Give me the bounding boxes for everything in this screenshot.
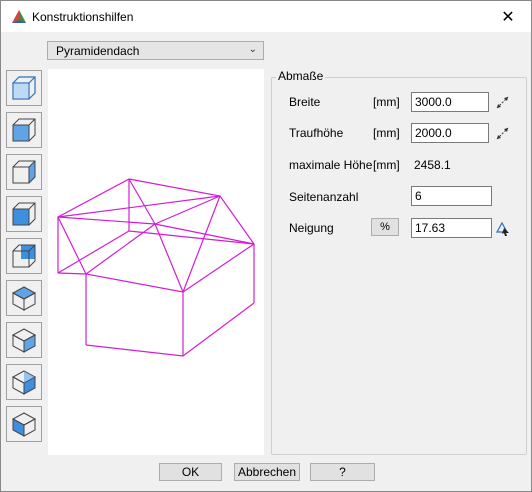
cancel-button[interactable]: Abbrechen — [234, 463, 300, 481]
box-front-face-button[interactable] — [6, 112, 42, 148]
seitenanzahl-label: Seitenanzahl — [289, 190, 359, 204]
iso-left-icon — [11, 328, 37, 353]
traufhoehe-input[interactable]: 2000.0 — [411, 123, 489, 143]
chevron-down-icon: ⌄ — [248, 44, 257, 55]
neigung-input[interactable]: 17.63 — [411, 218, 492, 238]
iso-left-button[interactable] — [6, 322, 42, 358]
box-side-face-icon — [12, 160, 36, 184]
breite-input[interactable]: 3000.0 — [411, 92, 489, 112]
help-button[interactable]: ? — [310, 463, 375, 481]
iso-top-button[interactable] — [6, 280, 42, 316]
box-outline-icon — [12, 76, 36, 100]
angle-pick-icon[interactable] — [495, 220, 511, 236]
max-hoehe-unit: [mm] — [373, 158, 400, 172]
traufhoehe-label: Traufhöhe — [289, 126, 344, 140]
traufhoehe-unit: [mm] — [373, 126, 400, 140]
iso-right-button[interactable] — [6, 364, 42, 400]
measure-pick-icon[interactable] — [495, 125, 511, 141]
shape-type-dropdown[interactable]: Pyramidendach ⌄ — [47, 41, 264, 60]
box-corner-filled-button[interactable] — [6, 238, 42, 274]
breite-label: Breite — [289, 95, 321, 109]
window-title: Konstruktionshilfen — [32, 10, 134, 24]
max-hoehe-label: maximale Höhe — [289, 158, 373, 172]
box-corner-filled-icon — [12, 244, 36, 268]
neigung-unit-button[interactable]: % — [371, 218, 399, 236]
iso-top-icon — [11, 286, 37, 311]
measure-pick-icon[interactable] — [495, 94, 511, 110]
max-hoehe-value: 2458.1 — [414, 158, 451, 172]
iso-bottom-button[interactable] — [6, 406, 42, 442]
pyramid-roof-wireframe — [57, 178, 255, 357]
seitenanzahl-input[interactable]: 6 — [411, 186, 492, 206]
box-front-filled-button[interactable] — [6, 196, 42, 232]
title-bar: Konstruktionshilfen ✕ — [1, 1, 531, 32]
box-front-filled-icon — [12, 202, 36, 226]
neigung-label: Neigung — [289, 221, 334, 235]
preview-canvas — [48, 69, 264, 455]
box-side-face-button[interactable] — [6, 154, 42, 190]
abmasse-group-title: Abmaße — [276, 69, 326, 83]
close-button[interactable]: ✕ — [485, 1, 531, 32]
iso-bottom-icon — [11, 412, 37, 437]
breite-unit: [mm] — [373, 95, 400, 109]
box-front-face-icon — [12, 118, 36, 142]
box-outline-button[interactable] — [6, 70, 42, 106]
app-icon — [12, 10, 26, 23]
ok-button[interactable]: OK — [159, 463, 222, 481]
dialog-window: Konstruktionshilfen ✕ Pyramidendach ⌄ Ab… — [0, 0, 532, 492]
shape-type-value: Pyramidendach — [56, 44, 140, 58]
iso-right-icon — [11, 370, 37, 395]
